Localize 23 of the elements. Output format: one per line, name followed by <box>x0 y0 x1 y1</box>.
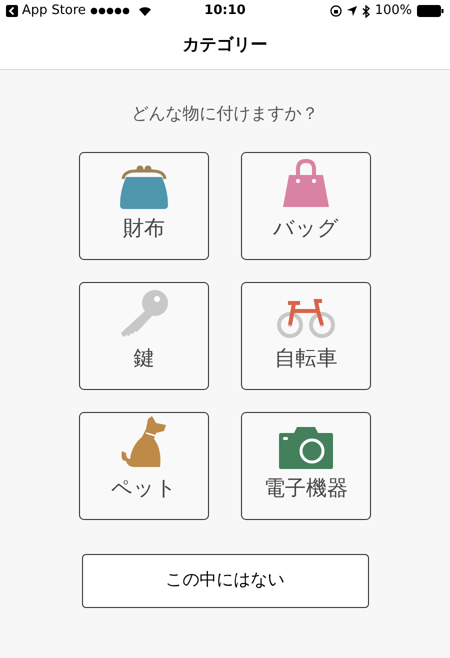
status-time: 10:10 <box>203 2 247 20</box>
orientation-lock-icon <box>330 5 342 17</box>
navigation-title: カテゴリー <box>182 34 268 57</box>
back-link[interactable]: App Store <box>22 1 86 21</box>
category-button[interactable]: 自転車 <box>241 282 371 390</box>
none-of-these-button[interactable]: この中にはない <box>82 554 368 608</box>
bluetooth-icon <box>362 4 370 18</box>
category-button[interactable]: 電子機器 <box>241 412 371 520</box>
category-button[interactable]: 鍵 <box>79 282 209 390</box>
camera-icon <box>279 425 333 469</box>
category-button[interactable]: バッグ <box>241 152 371 260</box>
question-text: どんな物に付けますか？ <box>132 103 318 126</box>
category-button[interactable]: ペット <box>79 412 209 520</box>
key-icon <box>119 289 169 339</box>
wifi-icon <box>138 6 152 16</box>
purse-icon <box>118 165 170 209</box>
back-icon[interactable] <box>6 5 18 17</box>
handbag-icon <box>281 159 331 209</box>
category-button[interactable]: 財布 <box>79 152 209 260</box>
battery-percentage: 100% <box>374 2 412 20</box>
location-arrow-icon <box>346 6 357 16</box>
battery-icon <box>417 5 444 17</box>
bicycle-icon <box>276 297 336 339</box>
